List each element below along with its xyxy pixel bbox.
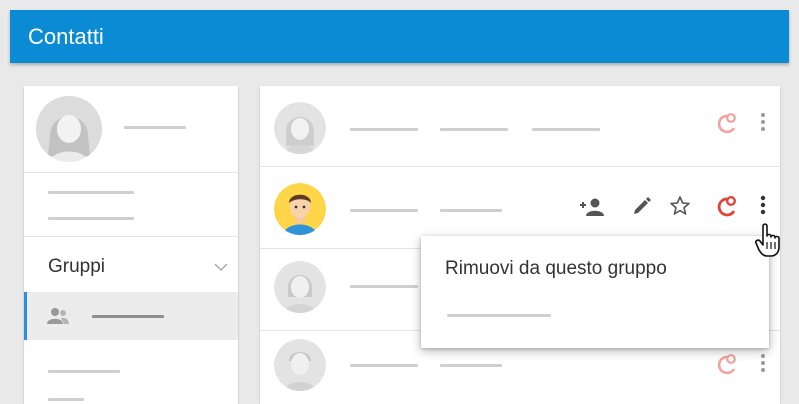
context-menu: Rimuovi da questo gruppo: [421, 236, 769, 348]
remove-from-group-icon[interactable]: [716, 112, 738, 134]
divider: [24, 172, 238, 173]
more-vert-icon[interactable]: [760, 353, 766, 373]
groups-header[interactable]: Gruppi: [48, 256, 105, 278]
contact-avatar: [274, 183, 326, 235]
chevron-down-icon[interactable]: [214, 262, 228, 272]
divider: [24, 236, 238, 237]
person-avatar-icon: [274, 339, 326, 391]
add-person-icon[interactable]: [578, 197, 606, 217]
contact-row[interactable]: [260, 86, 780, 166]
menu-item-remove-from-group[interactable]: Rimuovi da questo gruppo: [445, 258, 667, 280]
more-vert-icon[interactable]: [760, 112, 766, 132]
person-avatar-icon: [274, 183, 326, 235]
sidebar-item-placeholder[interactable]: [48, 398, 84, 401]
sidebar-item-placeholder[interactable]: [48, 370, 120, 373]
contact-name-placeholder: [350, 128, 418, 131]
hand-cursor-icon: [755, 223, 780, 257]
group-name-placeholder: [92, 315, 164, 318]
more-vert-icon[interactable]: [760, 195, 766, 215]
contact-row[interactable]: [260, 167, 780, 247]
contact-avatar: [274, 261, 326, 313]
person-avatar-icon: [274, 261, 326, 313]
contact-detail-placeholder: [532, 128, 600, 131]
person-avatar-icon: [36, 96, 102, 162]
sidebar-item-placeholder[interactable]: [48, 217, 134, 220]
user-avatar[interactable]: [36, 96, 102, 162]
contact-detail-placeholder: [440, 209, 502, 212]
person-avatar-icon: [274, 102, 326, 154]
edit-icon[interactable]: [632, 196, 652, 216]
group-icon: [47, 308, 69, 324]
contact-name-placeholder: [350, 209, 418, 212]
selection-indicator: [24, 292, 27, 340]
sidebar-item-placeholder[interactable]: [48, 191, 134, 194]
remove-from-group-icon[interactable]: [716, 353, 738, 375]
contact-name-placeholder: [350, 285, 418, 288]
menu-item-placeholder[interactable]: [447, 314, 551, 317]
user-name-placeholder: [124, 126, 186, 129]
app-bar: Contatti: [10, 10, 789, 63]
sidebar: Gruppi: [24, 86, 238, 404]
contact-name-placeholder: [350, 364, 418, 367]
contact-avatar: [274, 339, 326, 391]
star-icon[interactable]: [669, 195, 691, 217]
contact-detail-placeholder: [440, 128, 508, 131]
contact-detail-placeholder: [440, 364, 502, 367]
contact-avatar: [274, 102, 326, 154]
app-title: Contatti: [28, 24, 104, 49]
remove-from-group-icon[interactable]: [716, 195, 738, 217]
